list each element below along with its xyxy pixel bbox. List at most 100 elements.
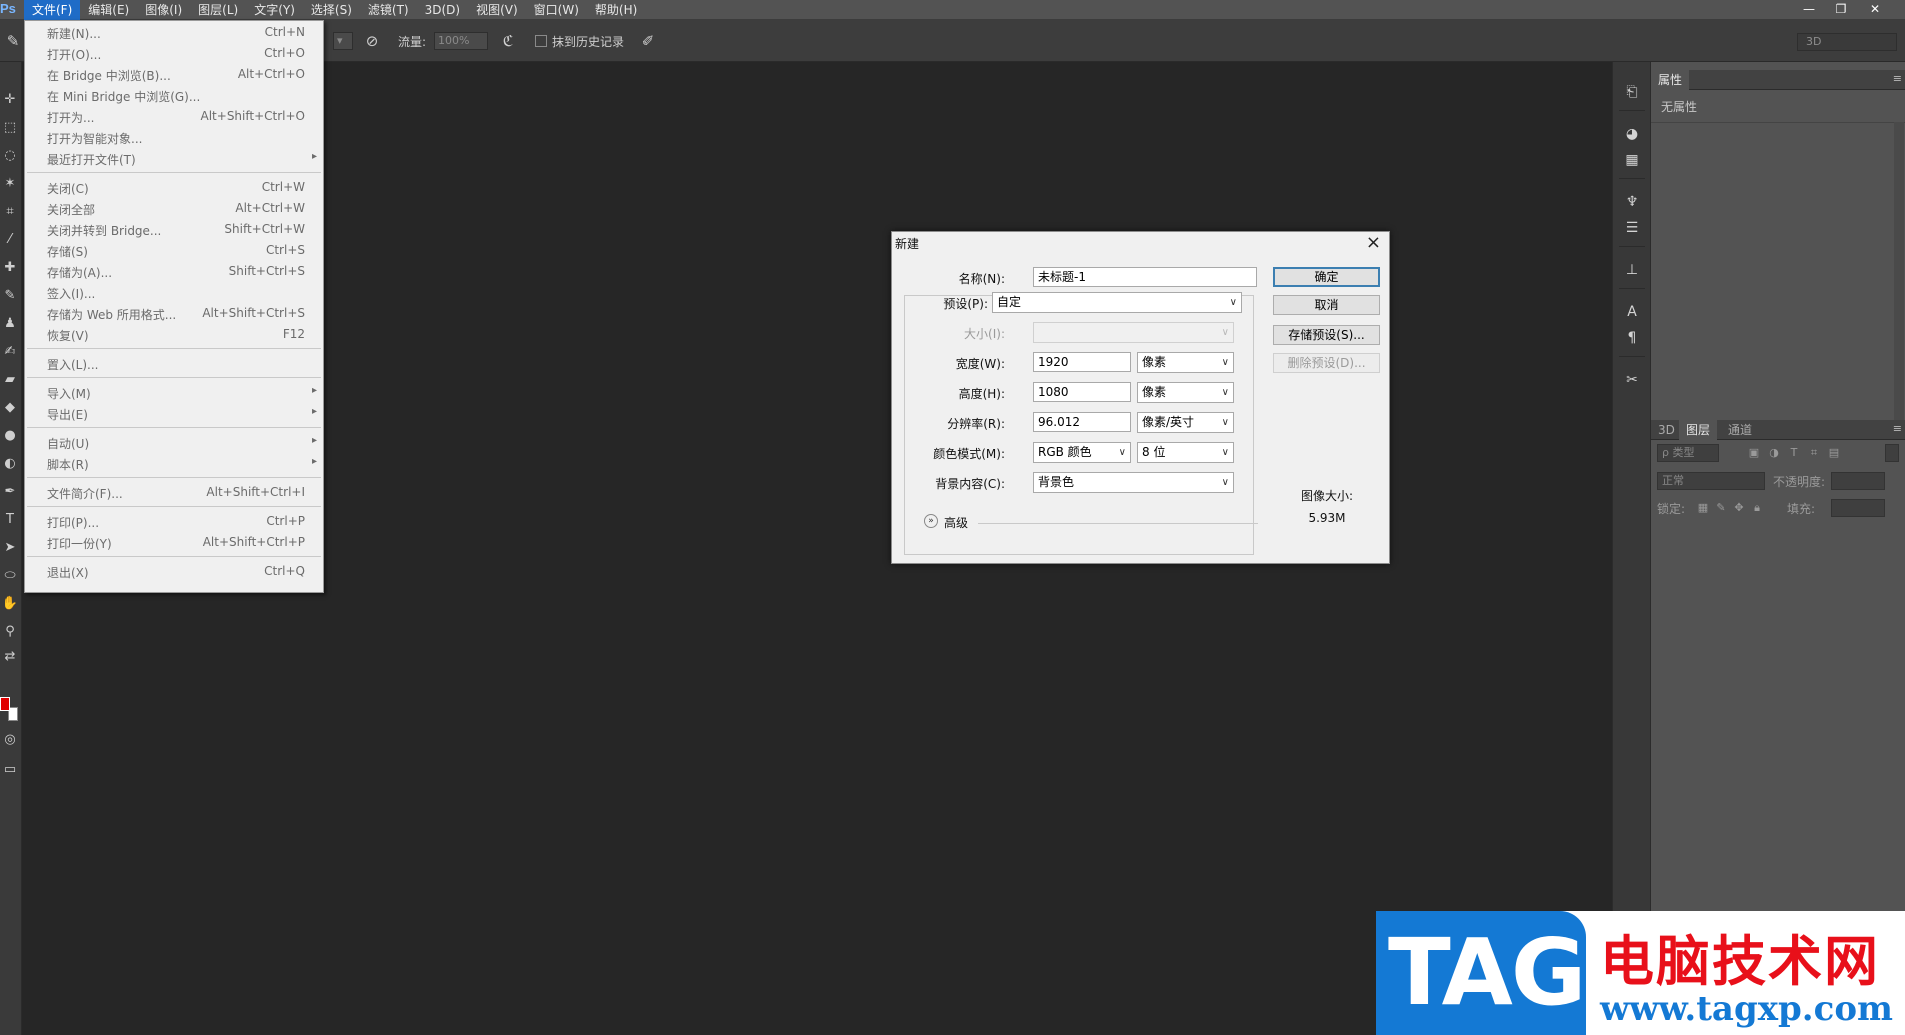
menu-0[interactable]: 文件(F): [24, 0, 81, 20]
screen-mode-icon[interactable]: ▭: [0, 760, 20, 780]
file-menu-item[interactable]: 恢复(V) F12: [25, 324, 323, 345]
flow-input[interactable]: 100%: [434, 32, 488, 50]
airbrush-icon[interactable]: ℭ: [498, 31, 518, 51]
opacity-input[interactable]: [1831, 472, 1885, 490]
path-selection-tool-icon[interactable]: ➤: [0, 538, 20, 558]
menu-10[interactable]: 帮助(H): [587, 0, 645, 20]
file-menu-item[interactable]: 导出(E) ▸: [25, 403, 323, 424]
file-menu-item[interactable]: 存储为(A)... Shift+Ctrl+S: [25, 261, 323, 282]
zoom-tool-icon[interactable]: ⚲: [0, 622, 20, 642]
eraser-tool-icon[interactable]: ▰: [0, 370, 20, 390]
lock-pixels-icon[interactable]: ✎: [1714, 501, 1728, 515]
menu-7[interactable]: 3D(D): [417, 0, 468, 20]
restore-button[interactable]: ❐: [1827, 0, 1855, 18]
file-menu-item[interactable]: 存储为 Web 所用格式... Alt+Shift+Ctrl+S: [25, 303, 323, 324]
resolution-unit-select[interactable]: 像素/英寸 ∨: [1137, 412, 1234, 433]
airbrush-pressure-icon[interactable]: ⊘: [362, 31, 382, 51]
menu-1[interactable]: 编辑(E): [80, 0, 137, 20]
file-menu-item[interactable]: 退出(X) Ctrl+Q: [25, 561, 323, 582]
tab-properties[interactable]: 属性: [1651, 70, 1690, 90]
filter-toggle[interactable]: [1885, 444, 1899, 462]
tab-layers-1[interactable]: 图层: [1679, 420, 1718, 440]
menu-2[interactable]: 图像(I): [137, 0, 190, 20]
file-menu-item[interactable]: 最近打开文件(T) ▸: [25, 148, 323, 169]
menu-4[interactable]: 文字(Y): [246, 0, 303, 20]
file-menu-item[interactable]: 打开为智能对象...: [25, 127, 323, 148]
file-menu-item[interactable]: 打印一份(Y) Alt+Shift+Ctrl+P: [25, 532, 323, 553]
height-field[interactable]: 1080: [1033, 382, 1131, 402]
dodge-tool-icon[interactable]: ◐: [0, 454, 20, 474]
filter-pixel-icon[interactable]: ▣: [1747, 446, 1761, 460]
file-menu-item[interactable]: 导入(M) ▸: [25, 382, 323, 403]
file-menu-item[interactable]: 打开(O)... Ctrl+O: [25, 43, 323, 64]
marquee-tool-icon[interactable]: ⬚: [0, 118, 20, 138]
filter-adjustment-icon[interactable]: ◑: [1767, 446, 1781, 460]
type-tool-icon[interactable]: T: [0, 510, 20, 530]
filter-smart-object-icon[interactable]: ▤: [1827, 446, 1841, 460]
foreground-color-swatch[interactable]: [0, 697, 10, 711]
mode-dropdown[interactable]: ▾: [333, 32, 353, 50]
menu-5[interactable]: 选择(S): [303, 0, 360, 20]
quick-mask-icon[interactable]: ◎: [0, 730, 20, 750]
crop-tool-icon[interactable]: ⌗: [0, 202, 20, 222]
name-field[interactable]: 未标题-1: [1033, 267, 1257, 287]
lock-position-icon[interactable]: ✥: [1732, 501, 1746, 515]
file-menu-item[interactable]: 脚本(R) ▸: [25, 453, 323, 474]
blend-mode-select[interactable]: 正常: [1657, 472, 1765, 490]
file-menu-item[interactable]: 打开为... Alt+Shift+Ctrl+O: [25, 106, 323, 127]
magic-wand-tool-icon[interactable]: ✶: [0, 174, 20, 194]
blur-tool-icon[interactable]: ●: [0, 426, 20, 446]
eraser-tool-icon[interactable]: ✎: [3, 31, 23, 51]
tab-layers-0[interactable]: 3D: [1651, 420, 1682, 440]
close-icon[interactable]: ×: [1366, 232, 1381, 253]
panel-menu-icon[interactable]: ≡: [1893, 72, 1902, 85]
menu-8[interactable]: 视图(V): [468, 0, 526, 20]
tab-layers-2[interactable]: 通道: [1721, 420, 1759, 440]
file-menu-item[interactable]: 关闭全部 Alt+Ctrl+W: [25, 198, 323, 219]
file-menu-item[interactable]: 文件简介(F)... Alt+Shift+Ctrl+I: [25, 482, 323, 503]
properties-scrollbar[interactable]: [1894, 122, 1904, 422]
move-tool-icon[interactable]: ✛: [0, 90, 20, 110]
cancel-button[interactable]: 取消: [1273, 295, 1380, 315]
layer-filter-kind[interactable]: ρ 类型: [1657, 444, 1719, 462]
swatches-panel-icon[interactable]: ▦: [1622, 150, 1642, 170]
clone-source-icon[interactable]: ⊥: [1622, 260, 1642, 280]
brush-presets-icon[interactable]: ☰: [1622, 218, 1642, 238]
erase-history-checkbox[interactable]: [535, 35, 547, 47]
menu-6[interactable]: 滤镜(T): [360, 0, 417, 20]
expand-advanced-icon[interactable]: »: [924, 514, 938, 528]
character-panel-icon[interactable]: A: [1622, 302, 1642, 322]
swap-colors-icon[interactable]: ⇄: [0, 647, 20, 667]
file-menu-item[interactable]: 新建(N)... Ctrl+N: [25, 22, 323, 43]
color-mode-select[interactable]: RGB 颜色 ∨: [1033, 442, 1131, 463]
filter-shape-icon[interactable]: ⌗: [1807, 446, 1821, 460]
lock-all-icon[interactable]: 🔒︎: [1750, 501, 1764, 515]
close-window-button[interactable]: ✕: [1861, 0, 1889, 18]
hand-tool-icon[interactable]: ✋: [0, 594, 20, 614]
lock-transparent-icon[interactable]: ▦: [1696, 501, 1710, 515]
brush-tool-icon[interactable]: ✎: [0, 286, 20, 306]
tool-presets-icon[interactable]: ✂: [1622, 370, 1642, 390]
filter-type-icon[interactable]: T: [1787, 446, 1801, 460]
bit-depth-select[interactable]: 8 位 ∨: [1137, 442, 1234, 463]
file-menu-item[interactable]: 置入(L)...: [25, 353, 323, 374]
minimize-button[interactable]: —: [1795, 0, 1823, 18]
file-menu-item[interactable]: 存储(S) Ctrl+S: [25, 240, 323, 261]
file-menu-item[interactable]: 打印(P)... Ctrl+P: [25, 511, 323, 532]
file-menu-item[interactable]: 关闭(C) Ctrl+W: [25, 177, 323, 198]
file-menu-item[interactable]: 关闭并转到 Bridge... Shift+Ctrl+W: [25, 219, 323, 240]
menu-3[interactable]: 图层(L): [190, 0, 246, 20]
history-brush-tool-icon[interactable]: ✍: [0, 342, 20, 362]
background-select[interactable]: 背景色 ∨: [1033, 472, 1234, 493]
healing-brush-tool-icon[interactable]: ✚: [0, 258, 20, 278]
width-unit-select[interactable]: 像素 ∨: [1137, 352, 1234, 373]
workspace-switcher[interactable]: 3D: [1797, 33, 1897, 51]
paragraph-panel-icon[interactable]: ¶: [1622, 328, 1642, 348]
height-unit-select[interactable]: 像素 ∨: [1137, 382, 1234, 403]
history-panel-icon[interactable]: ⎗: [1622, 82, 1642, 102]
fill-input[interactable]: [1831, 499, 1885, 517]
file-menu-item[interactable]: 签入(I)...: [25, 282, 323, 303]
resolution-field[interactable]: 96.012: [1033, 412, 1131, 432]
brush-panel-icon[interactable]: ♆: [1622, 192, 1642, 212]
tablet-pressure-icon[interactable]: ✐: [638, 31, 658, 51]
